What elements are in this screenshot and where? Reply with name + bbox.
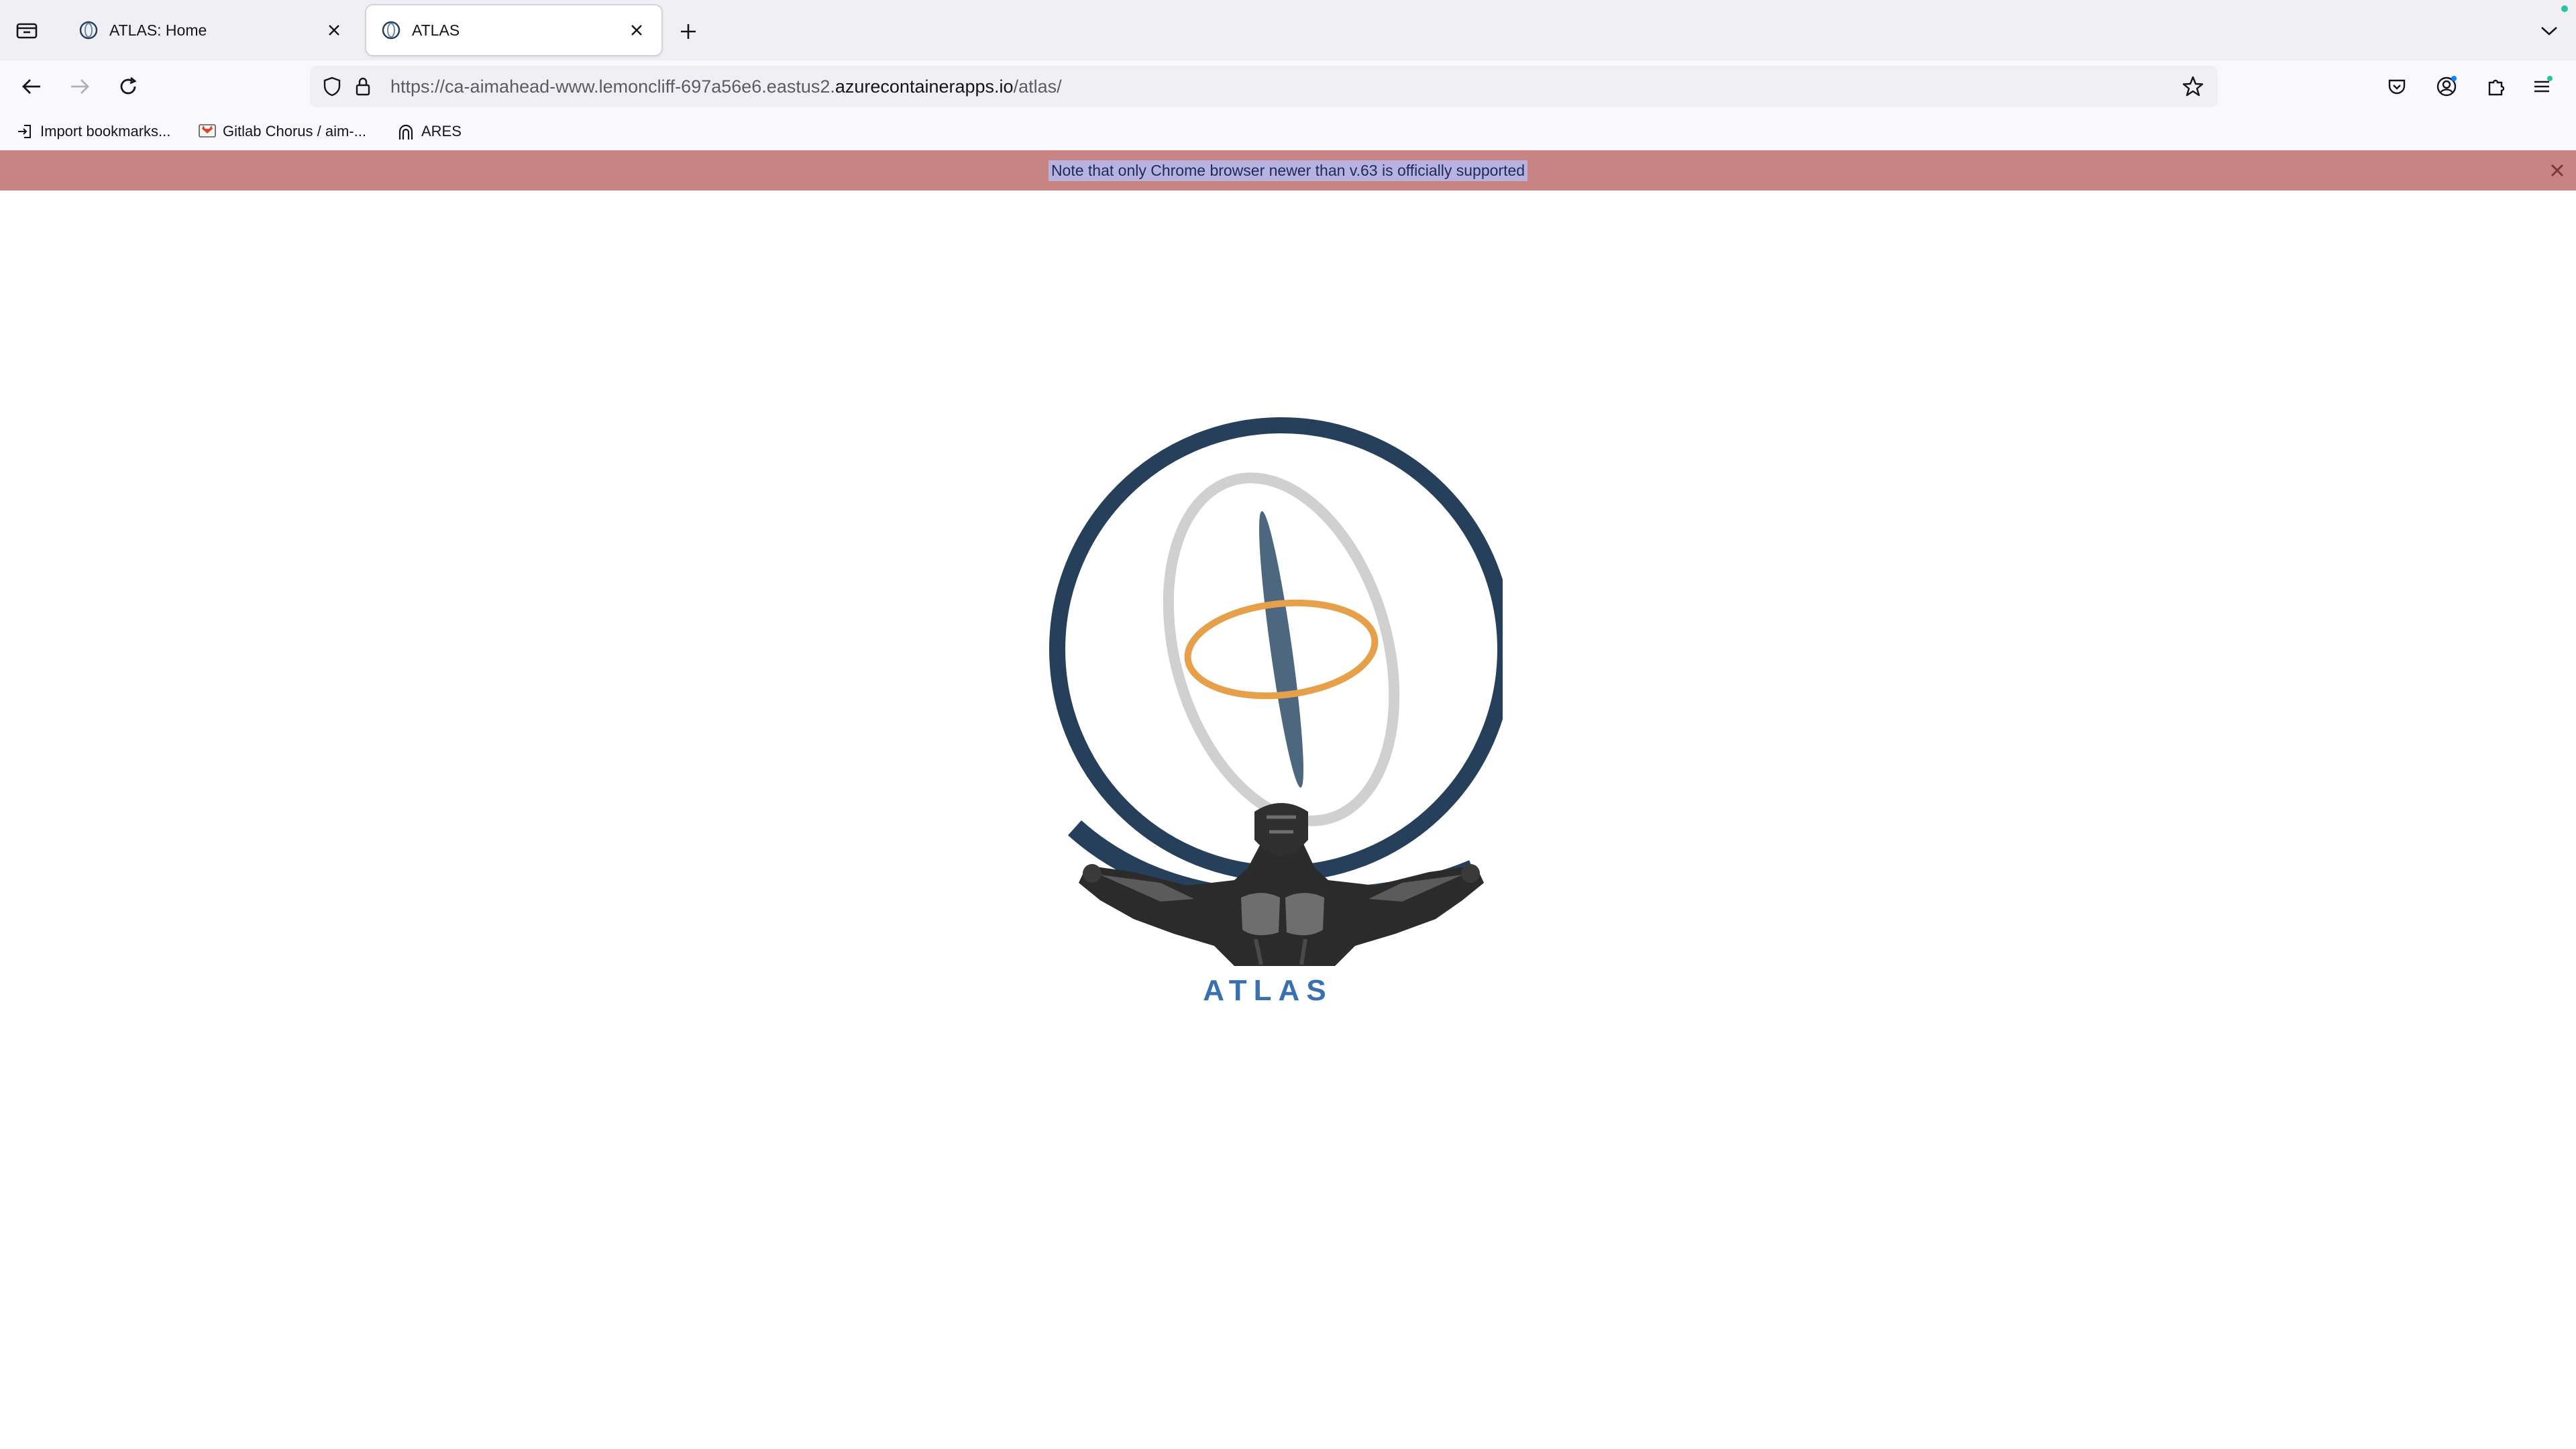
- extensions-button[interactable]: [2478, 68, 2514, 105]
- tab-atlas[interactable]: ATLAS: [366, 5, 661, 55]
- tab-close-button[interactable]: [627, 20, 647, 40]
- reload-icon: [120, 76, 137, 95]
- close-icon: [631, 25, 642, 36]
- chevron-down-icon: [2541, 27, 2557, 36]
- bookmark-label: Gitlab Chorus / aim-...: [223, 123, 366, 140]
- tab-list-icon: [16, 23, 38, 39]
- list-all-tabs-button[interactable]: [2534, 16, 2564, 46]
- tab-list-button[interactable]: [12, 17, 42, 44]
- url-bar[interactable]: https://ca-aimahead-www.lemoncliff-697a5…: [310, 66, 2218, 107]
- globe-favicon-icon: [382, 21, 400, 40]
- url-prefix: https://ca-aimahead-www.lemoncliff-697a5…: [390, 76, 835, 97]
- atlas-logo-text: ATLAS: [1203, 974, 1333, 1007]
- gitlab-icon: [197, 121, 217, 142]
- pocket-icon: [2388, 79, 2406, 95]
- arrow-right-icon: [71, 79, 89, 94]
- reload-button[interactable]: [110, 68, 146, 105]
- account-icon: [2436, 76, 2457, 97]
- bookmark-label: ARES: [421, 123, 462, 140]
- close-icon: [329, 25, 339, 36]
- lock-icon: [356, 77, 370, 96]
- back-button[interactable]: [13, 68, 50, 105]
- tab-strip: ATLAS: Home ATLAS: [0, 0, 2576, 60]
- puzzle-icon: [2488, 79, 2505, 96]
- site-info-button[interactable]: [347, 71, 378, 102]
- star-icon: [2182, 76, 2204, 97]
- bookmark-import[interactable]: Import bookmarks...: [15, 118, 170, 145]
- tab-title: ATLAS: Home: [109, 21, 207, 39]
- notice-text: Note that only Chrome browser newer than…: [1048, 160, 1528, 181]
- tracking-protection-button[interactable]: [317, 71, 347, 102]
- bookmark-ares[interactable]: ARES: [396, 118, 462, 145]
- url-host: azurecontainerapps.io: [835, 76, 1014, 97]
- close-icon: [2551, 164, 2564, 177]
- new-tab-button[interactable]: [674, 17, 703, 46]
- account-button[interactable]: [2428, 68, 2465, 105]
- tab-atlas-home[interactable]: ATLAS: Home: [64, 5, 359, 55]
- arrow-left-icon: [22, 79, 40, 94]
- atlas-logo[interactable]: [1033, 402, 1503, 1020]
- bookmark-gitlab-chorus[interactable]: Gitlab Chorus / aim-...: [197, 118, 366, 145]
- bookmark-star-button[interactable]: [2178, 71, 2208, 102]
- atlas-globe-figure-icon: [1049, 417, 1503, 966]
- import-icon: [15, 121, 35, 142]
- bookmark-label: Import bookmarks...: [40, 123, 171, 140]
- update-indicator-dot: [2561, 5, 2568, 12]
- url-text[interactable]: https://ca-aimahead-www.lemoncliff-697a5…: [390, 76, 1062, 97]
- notice-close-button[interactable]: [2546, 160, 2568, 181]
- navigation-toolbar: https://ca-aimahead-www.lemoncliff-697a5…: [0, 60, 2576, 113]
- bookmarks-toolbar: Import bookmarks... Gitlab Chorus / aim-…: [0, 113, 2576, 150]
- browser-support-notice: Note that only Chrome browser newer than…: [0, 150, 2576, 191]
- url-path: /atlas/: [1013, 76, 1062, 97]
- tab-close-button[interactable]: [324, 20, 344, 40]
- forward-button[interactable]: [62, 68, 98, 105]
- hamburger-menu-icon: [2534, 76, 2553, 93]
- shield-icon: [323, 76, 341, 97]
- pocket-button[interactable]: [2379, 68, 2415, 105]
- app-menu-button[interactable]: [2524, 68, 2560, 105]
- globe-favicon-icon: [79, 21, 98, 40]
- ares-icon: [396, 121, 416, 142]
- plus-icon: [681, 24, 696, 39]
- tab-title: ATLAS: [412, 21, 460, 39]
